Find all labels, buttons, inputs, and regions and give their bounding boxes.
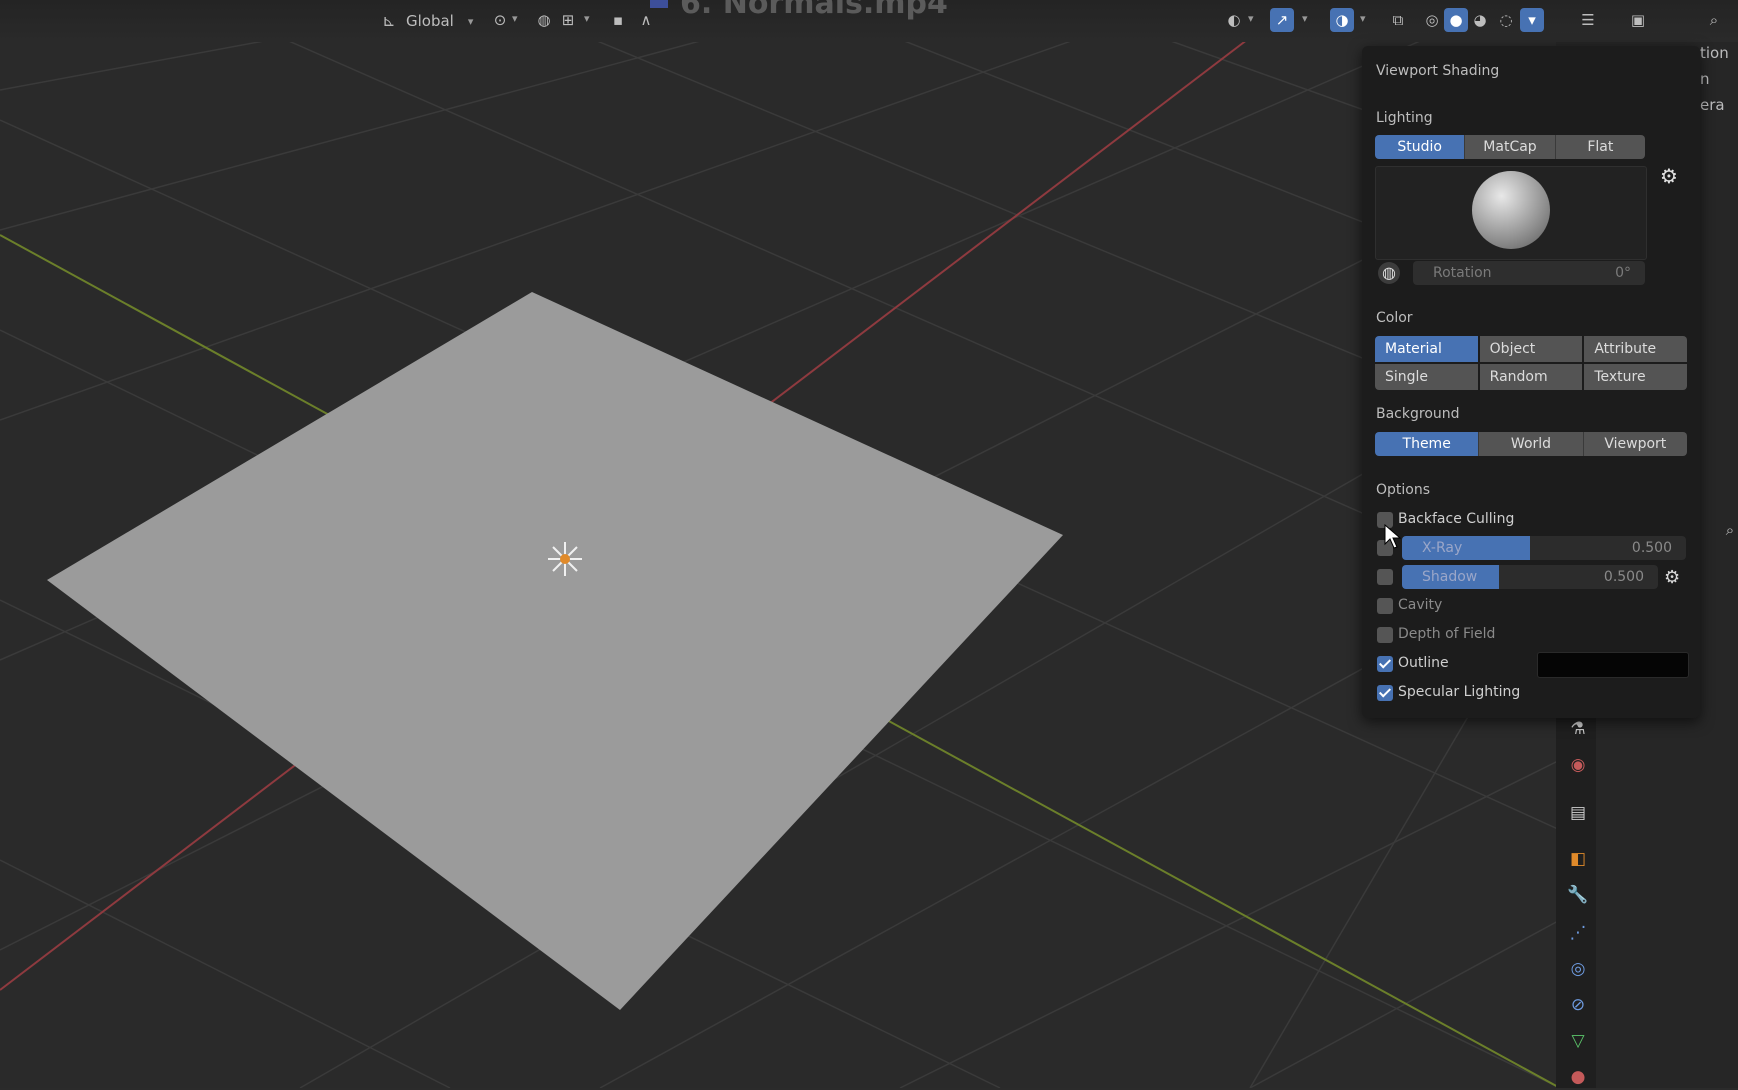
visibility-icon[interactable]: ◐ — [1222, 8, 1246, 32]
search-icon[interactable]: ⌕ — [1702, 8, 1726, 32]
depth-of-field-label: Depth of Field — [1398, 626, 1496, 642]
options-label: Options — [1376, 482, 1431, 498]
lighting-matcap-button[interactable]: MatCap — [1465, 135, 1556, 159]
rendered-shading-icon[interactable]: ◌ — [1494, 8, 1518, 32]
modifier-tab-icon[interactable]: 🔧 — [1565, 882, 1591, 908]
lighting-label: Lighting — [1376, 110, 1433, 126]
shadow-slider[interactable]: Shadow 0.500 — [1402, 565, 1658, 589]
cavity-checkbox[interactable] — [1377, 598, 1393, 614]
popover-title: Viewport Shading — [1376, 63, 1500, 79]
proportional-edit-icon[interactable]: ▪ — [606, 8, 630, 32]
transform-orientation-dropdown[interactable]: ⊾ Global ▾ — [378, 8, 473, 34]
physics-tab-icon[interactable]: ◎ — [1565, 956, 1591, 982]
xray-toggle-icon[interactable]: ⧉ — [1386, 8, 1410, 32]
color-texture-button[interactable]: Texture — [1584, 364, 1687, 390]
background-viewport-button[interactable]: Viewport — [1583, 432, 1687, 456]
color-random-button[interactable]: Random — [1479, 364, 1583, 390]
file-badge — [650, 0, 668, 8]
orientation-icon: ⊾ — [382, 11, 396, 30]
shading-options-dropdown-icon[interactable]: ▾ — [1520, 8, 1544, 32]
chevron-down-icon: ▾ — [1360, 12, 1366, 25]
chevron-down-icon: ▾ — [467, 14, 474, 28]
studio-light-preview[interactable] — [1375, 166, 1647, 260]
render-tab-icon[interactable]: ⚗ — [1565, 716, 1591, 742]
chevron-down-icon: ▾ — [1248, 12, 1254, 25]
snap-target-icon[interactable]: ⊞ — [556, 8, 580, 32]
shadow-checkbox[interactable] — [1377, 569, 1393, 585]
cavity-label: Cavity — [1398, 597, 1443, 613]
collection-tab-icon[interactable]: ▤ — [1565, 800, 1591, 826]
world-tab-icon[interactable]: ◉ — [1565, 752, 1591, 778]
light-gizmo-icon[interactable] — [546, 540, 584, 578]
material-tab-icon[interactable]: ● — [1565, 1064, 1591, 1090]
color-label: Color — [1376, 310, 1413, 326]
lighting-selector: Studio MatCap Flat — [1375, 135, 1645, 159]
background-label: Background — [1376, 406, 1460, 422]
lighting-studio-button[interactable]: Studio — [1375, 135, 1466, 159]
object-tab-icon[interactable]: ◧ — [1565, 846, 1591, 872]
outline-label: Outline — [1398, 655, 1449, 671]
color-selector: Material Object Attribute Single Random … — [1375, 336, 1687, 390]
pivot-point-icon[interactable]: ⊙ — [488, 8, 512, 32]
color-material-button[interactable]: Material — [1375, 336, 1478, 362]
background-theme-button[interactable]: Theme — [1375, 432, 1480, 456]
xray-value: 0.500 — [1631, 540, 1672, 556]
video-title-overlay: 6. Normals.mp4 — [680, 0, 948, 21]
chevron-down-icon: ▾ — [512, 12, 518, 25]
chevron-down-icon: ▾ — [584, 12, 590, 25]
constraints-tab-icon[interactable]: ⊘ — [1565, 992, 1591, 1018]
wireframe-shading-icon[interactable]: ◎ — [1420, 8, 1444, 32]
color-attribute-button[interactable]: Attribute — [1584, 336, 1687, 362]
gizmo-toggle-icon[interactable]: ↗ — [1270, 8, 1294, 32]
outliner-text-fragment: n — [1700, 70, 1710, 88]
xray-label: X-Ray — [1422, 540, 1463, 556]
orientation-label: Global — [406, 12, 454, 30]
rotation-field[interactable]: Rotation 0° — [1413, 261, 1645, 285]
background-selector: Theme World Viewport — [1375, 432, 1687, 456]
xray-slider[interactable]: X-Ray 0.500 — [1402, 536, 1686, 560]
color-single-button[interactable]: Single — [1375, 364, 1478, 390]
specular-lighting-label: Specular Lighting — [1398, 684, 1521, 700]
outliner-display-icon[interactable]: ☰ — [1576, 8, 1600, 32]
lighting-flat-button[interactable]: Flat — [1555, 135, 1645, 159]
depth-of-field-checkbox[interactable] — [1377, 627, 1393, 643]
plane-mesh[interactable] — [47, 292, 1063, 1010]
gear-icon[interactable]: ⚙ — [1664, 567, 1680, 588]
data-tab-icon[interactable]: ▽ — [1565, 1028, 1591, 1054]
outliner-text-fragment: tion — [1700, 44, 1729, 62]
chevron-down-icon: ▾ — [1302, 12, 1308, 25]
studio-sphere-image — [1472, 171, 1550, 249]
search-icon[interactable]: ⌕ — [1718, 518, 1738, 542]
backface-culling-label: Backface Culling — [1398, 511, 1515, 527]
viewport-header: ⊾ Global ▾ ⊙ ▾ ◍ ⊞ ▾ ▪ ∧ 6. Normals.mp4 … — [0, 0, 1738, 42]
gear-icon[interactable]: ⚙ — [1660, 164, 1678, 188]
particles-tab-icon[interactable]: ⋰ — [1565, 920, 1591, 946]
overlays-toggle-icon[interactable]: ◑ — [1330, 8, 1354, 32]
snap-icon[interactable]: ◍ — [532, 8, 556, 32]
shadow-label: Shadow — [1422, 569, 1478, 585]
falloff-icon[interactable]: ∧ — [634, 8, 658, 32]
outline-color-swatch[interactable] — [1537, 652, 1689, 678]
editor-type-icon[interactable]: ▣ — [1626, 8, 1650, 32]
material-shading-icon[interactable]: ◕ — [1468, 8, 1492, 32]
outliner-text-fragment: era — [1700, 96, 1725, 114]
rotation-label: Rotation — [1433, 265, 1492, 281]
world-space-lighting-icon[interactable]: ◍ — [1378, 262, 1400, 284]
shadow-value: 0.500 — [1603, 569, 1644, 585]
solid-shading-icon[interactable]: ● — [1444, 8, 1468, 32]
background-world-button[interactable]: World — [1479, 432, 1584, 456]
rotation-value: 0° — [1615, 265, 1631, 281]
specular-lighting-checkbox[interactable] — [1377, 685, 1393, 701]
outline-checkbox[interactable] — [1377, 656, 1393, 672]
color-object-button[interactable]: Object — [1479, 336, 1583, 362]
